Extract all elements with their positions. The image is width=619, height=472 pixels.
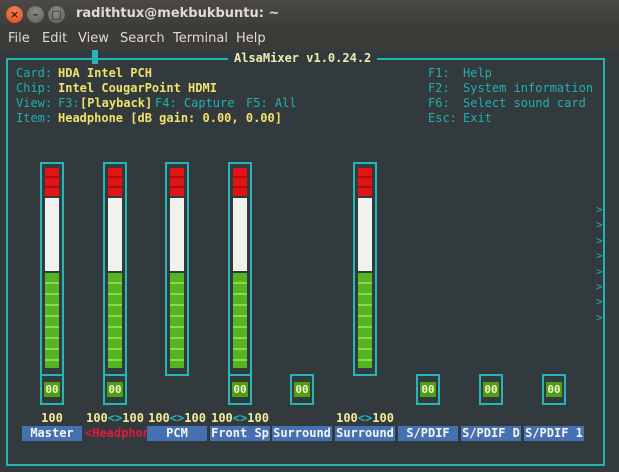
- volume-bar-front-sp[interactable]: [228, 162, 252, 376]
- channel-label-master[interactable]: Master: [22, 426, 82, 441]
- view-all[interactable]: F5: All: [246, 96, 297, 111]
- soundcard-key: F6:: [428, 96, 450, 110]
- window-titlebar: × – □ radithtux@mekbukbuntu: ~: [0, 0, 619, 29]
- menu-edit[interactable]: Edit: [42, 31, 67, 46]
- item-label: Item:: [16, 111, 53, 125]
- level-segment-green: [233, 273, 247, 368]
- level-segment-red: [108, 168, 122, 196]
- volume-bar-master[interactable]: [40, 162, 64, 376]
- menu-bar: File Edit View Search Terminal Help: [0, 29, 619, 50]
- mute-toggle-s-pdif-1[interactable]: 00: [542, 374, 566, 405]
- mute-state: 00: [420, 382, 436, 397]
- channel-label-pcm[interactable]: PCM: [147, 426, 207, 441]
- minimize-window-button[interactable]: –: [27, 6, 44, 23]
- chip-value: Intel CougarPoint HDMI: [58, 81, 217, 95]
- level-segment-white: [233, 198, 247, 271]
- mute-state: 00: [546, 382, 562, 397]
- sysinfo-key: F2:: [428, 81, 450, 95]
- view-capture[interactable]: F4: Capture: [155, 96, 234, 111]
- level-segment-red: [358, 168, 372, 196]
- menu-terminal[interactable]: Terminal: [173, 31, 228, 46]
- level-segment-red: [170, 168, 184, 196]
- volume-value-surround: 100<>100: [336, 411, 394, 425]
- mute-toggle-master[interactable]: 00: [40, 374, 64, 405]
- volume-bar-surround[interactable]: [353, 162, 377, 376]
- level-segment-green: [358, 273, 372, 368]
- channel-label-s-pdif[interactable]: S/PDIF: [398, 426, 458, 441]
- mute-state: 00: [294, 382, 310, 397]
- level-segment-red: [233, 168, 247, 196]
- mute-toggle-surround[interactable]: 00: [290, 374, 314, 405]
- level-segment-green: [170, 273, 184, 368]
- window-title: radithtux@mekbukbuntu: ~: [76, 6, 280, 21]
- volume-bar-headphon[interactable]: [103, 162, 127, 376]
- card-value: HDA Intel PCH: [58, 66, 152, 80]
- menu-view[interactable]: View: [78, 31, 109, 46]
- volume-value-headphon: 100<>100: [86, 411, 144, 425]
- terminal-area[interactable]: AlsaMixer v1.0.24.2 Card: HDA Intel PCH …: [0, 50, 619, 472]
- mute-state: 00: [483, 382, 499, 397]
- level-segment-green: [45, 273, 59, 368]
- channel-label-front-sp[interactable]: Front Sp: [210, 426, 270, 441]
- level-segment-green: [108, 273, 122, 368]
- channel-label-s-pdif-1[interactable]: S/PDIF 1: [524, 426, 584, 441]
- card-label: Card:: [16, 66, 53, 80]
- volume-bar-pcm[interactable]: [165, 162, 189, 376]
- exit-key: Esc:: [428, 111, 457, 125]
- more-channels-indicator: > > > > > > > >: [596, 203, 603, 324]
- mute-toggle-headphon[interactable]: 00: [103, 374, 127, 405]
- level-segment-white: [358, 198, 372, 271]
- channel-label-surround[interactable]: Surround: [335, 426, 395, 441]
- exit-action[interactable]: Exit: [463, 111, 492, 126]
- view-playback[interactable]: [Playback]: [80, 96, 152, 111]
- menu-file[interactable]: File: [8, 31, 30, 46]
- level-segment-red: [45, 168, 59, 196]
- mute-state: 00: [44, 382, 60, 397]
- volume-value-pcm: 100<>100: [148, 411, 206, 425]
- help-action[interactable]: Help: [463, 66, 492, 81]
- mute-toggle-s-pdif-d[interactable]: 00: [479, 374, 503, 405]
- chip-label: Chip:: [16, 81, 53, 95]
- channel-label-surround[interactable]: Surround: [272, 426, 332, 441]
- mute-state: 00: [107, 382, 123, 397]
- alsamixer-title: AlsaMixer v1.0.24.2: [228, 51, 378, 66]
- level-segment-white: [108, 198, 122, 271]
- mute-toggle-front-sp[interactable]: 00: [228, 374, 252, 405]
- mute-state: 00: [232, 382, 248, 397]
- sysinfo-action[interactable]: System information: [463, 81, 593, 96]
- help-key: F1:: [428, 66, 450, 80]
- volume-value-master: 100: [41, 411, 63, 425]
- channel-label-s-pdif-d[interactable]: S/PDIF D: [461, 426, 521, 441]
- minimize-icon: –: [32, 8, 39, 21]
- level-segment-white: [45, 198, 59, 271]
- close-icon: ×: [9, 8, 20, 21]
- view-label: View:: [16, 96, 53, 110]
- volume-value-front-sp: 100<>100: [211, 411, 269, 425]
- item-value: Headphone [dB gain: 0.00, 0.00]: [58, 111, 282, 125]
- close-window-button[interactable]: ×: [6, 6, 23, 23]
- maximize-icon: □: [51, 8, 62, 21]
- menu-help[interactable]: Help: [236, 31, 266, 46]
- level-segment-white: [170, 198, 184, 271]
- menu-search[interactable]: Search: [120, 31, 165, 46]
- channel-label-headphon[interactable]: <Headphon>: [85, 426, 157, 441]
- soundcard-action[interactable]: Select sound card: [463, 96, 586, 111]
- mute-toggle-s-pdif[interactable]: 00: [416, 374, 440, 405]
- view-f3-key: F3:: [58, 96, 80, 110]
- maximize-window-button[interactable]: □: [48, 6, 65, 23]
